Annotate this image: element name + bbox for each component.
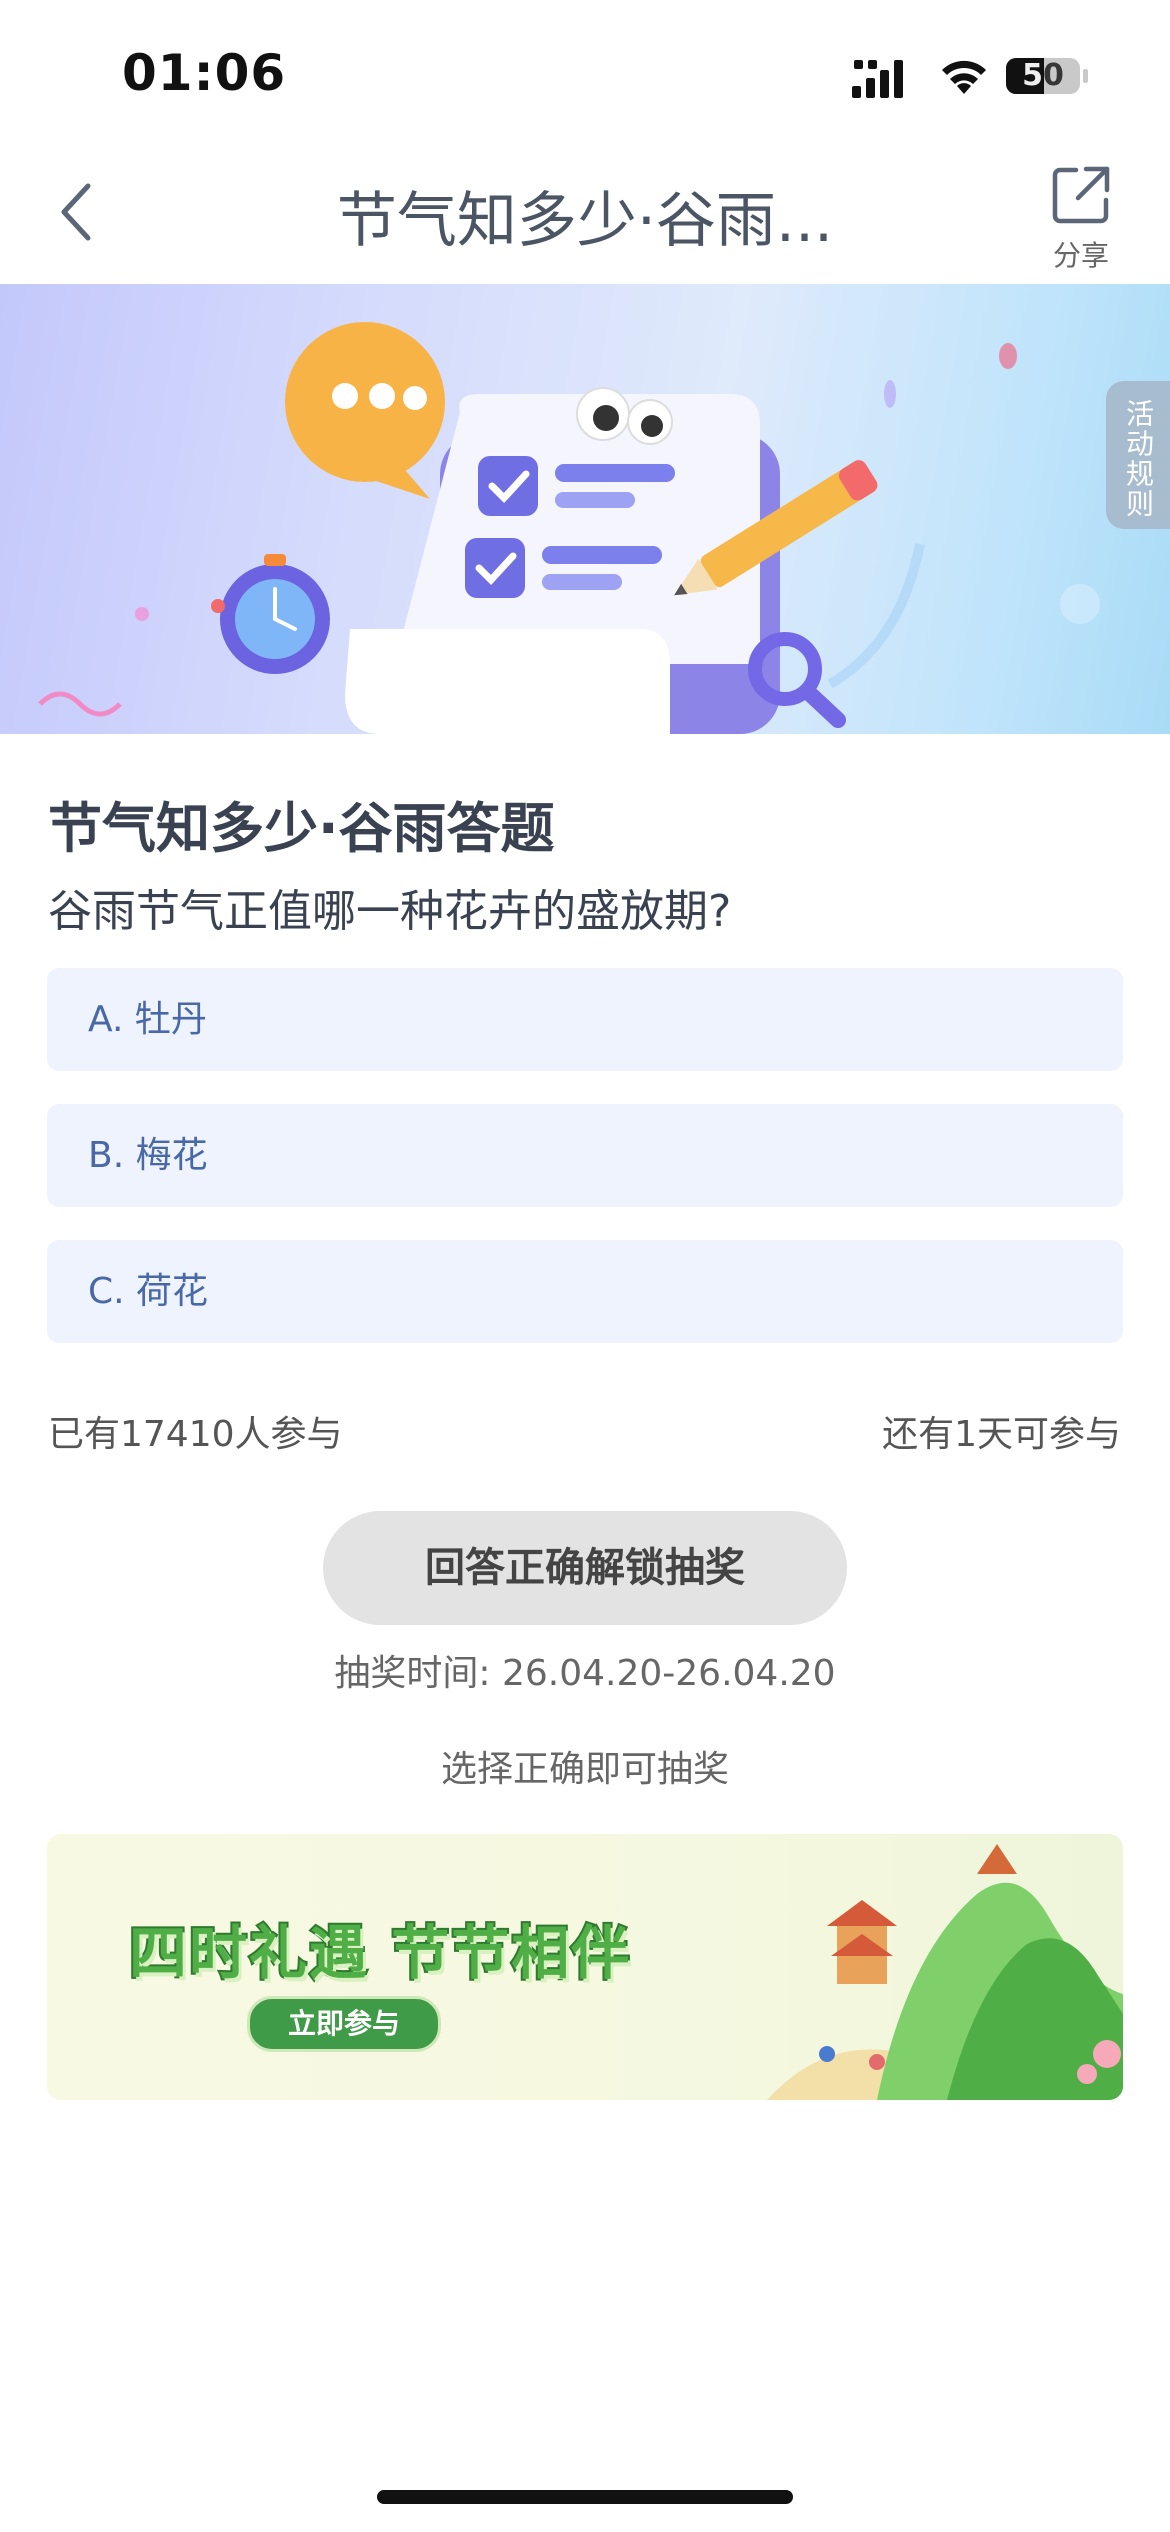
back-icon[interactable] [56, 180, 96, 244]
landscape-illustration [767, 1844, 1123, 2100]
quiz-banner [0, 284, 1170, 734]
quiz-title: 节气知多少·谷雨答题 [48, 797, 555, 860]
participants-count: 已有17410人参与 [48, 1414, 343, 1455]
option-b-label: B. 梅花 [88, 1135, 208, 1176]
quiz-question: 谷雨节气正值哪一种花卉的盛放期? [48, 886, 732, 937]
unlock-lottery-button[interactable]: 回答正确解锁抽奖 [323, 1511, 847, 1625]
option-c[interactable]: C. 荷花 [47, 1240, 1123, 1343]
wifi-icon [942, 60, 986, 94]
cellular-signal-icon [852, 60, 903, 98]
status-time: 01:06 [122, 44, 287, 102]
days-remaining: 还有1天可参与 [882, 1414, 1121, 1455]
battery-icon: 50 [1005, 56, 1089, 96]
promo-banner[interactable]: 四时礼遇 节节相伴 立即参与 [47, 1834, 1123, 2100]
lottery-time: 抽奖时间: 26.04.20-26.04.20 [334, 1653, 836, 1694]
quiz-illustration [38, 322, 1100, 734]
option-c-label: C. 荷花 [88, 1271, 209, 1312]
option-b[interactable]: B. 梅花 [47, 1104, 1123, 1207]
page-title: 节气知多少·谷雨... [336, 186, 834, 256]
share-button[interactable]: 分享 [1036, 164, 1126, 274]
lottery-hint: 选择正确即可抽奖 [440, 1749, 729, 1790]
activity-rules-tab[interactable]: 活动规则 [1106, 381, 1170, 529]
option-a-label: A. 牡丹 [88, 999, 207, 1040]
join-now-button[interactable]: 立即参与 [247, 1996, 441, 2052]
promo-slogan: 四时礼遇 节节相伴 [127, 1917, 632, 1989]
battery-level: 50 [1022, 58, 1064, 93]
option-a[interactable]: A. 牡丹 [47, 968, 1123, 1071]
share-icon [1052, 166, 1110, 224]
home-indicator [377, 2490, 793, 2504]
share-label: 分享 [1052, 239, 1109, 272]
